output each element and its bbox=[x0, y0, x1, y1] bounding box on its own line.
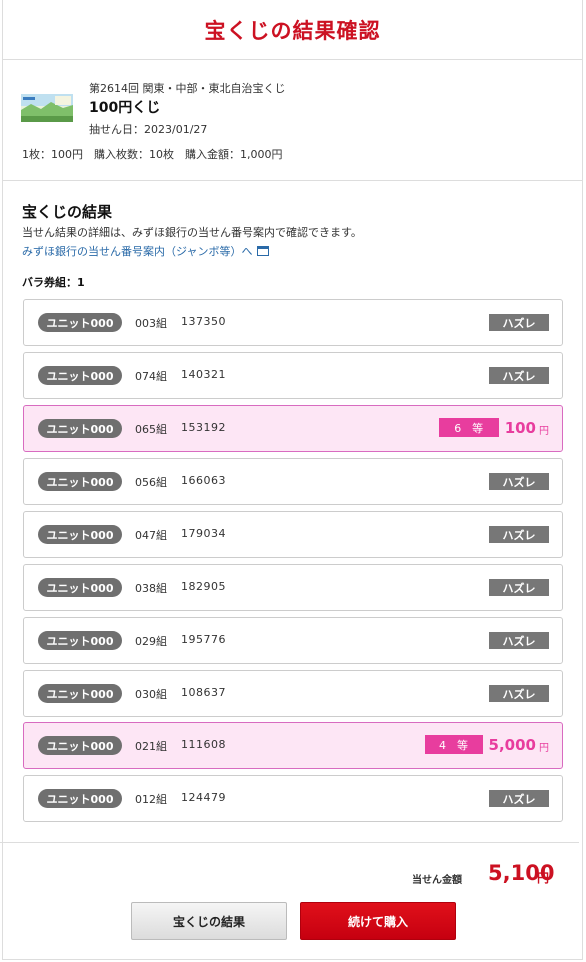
ticket-name: 100円くじ bbox=[89, 100, 161, 116]
prize-yen: 円 bbox=[539, 426, 549, 437]
results-description: 当せん結果の詳細は、みずほ銀行の当せん番号案内で確認できます。 bbox=[22, 226, 362, 239]
unit-badge: ユニット000 bbox=[38, 366, 122, 385]
group-number: 074組 bbox=[135, 370, 167, 383]
prize-info: 4 等 5,000 円 bbox=[424, 735, 549, 754]
unit-badge: ユニット000 bbox=[38, 313, 122, 332]
page-title: 宝くじの結果確認 bbox=[204, 18, 381, 43]
result-row: ユニット000 056組 166063 ハズレ bbox=[23, 458, 563, 505]
total-divider bbox=[0, 842, 579, 843]
unit-badge: ユニット000 bbox=[38, 789, 122, 808]
result-row: ユニット000 047組 179034 ハズレ bbox=[23, 511, 563, 558]
result-row: ユニット000 038組 182905 ハズレ bbox=[23, 564, 563, 611]
total-label: 当せん金額 bbox=[412, 875, 462, 886]
ticket-number: 108637 bbox=[181, 686, 226, 699]
result-row: ユニット000 074組 140321 ハズレ bbox=[23, 352, 563, 399]
lottery-ticket-image bbox=[21, 94, 73, 122]
group-number: 003組 bbox=[135, 317, 167, 330]
bara-label: バラ券組：1 bbox=[22, 276, 85, 289]
prize-rank-badge: 6 等 bbox=[438, 418, 499, 437]
ticket-number: 179034 bbox=[181, 527, 226, 540]
ticket-number: 124479 bbox=[181, 791, 226, 804]
result-row: ユニット000 003組 137350 ハズレ bbox=[23, 299, 563, 346]
group-number: 065組 bbox=[135, 423, 167, 436]
miss-badge: ハズレ bbox=[489, 314, 549, 331]
result-row: ユニット000 030組 108637 ハズレ bbox=[23, 670, 563, 717]
miss-badge: ハズレ bbox=[489, 790, 549, 807]
group-number: 038組 bbox=[135, 582, 167, 595]
continue-purchase-button[interactable]: 続けて購入 bbox=[300, 902, 456, 940]
prize-amount: 5,000 bbox=[488, 735, 536, 754]
ticket-round: 第2614回 関東・中部・東北自治宝くじ bbox=[89, 82, 286, 95]
ticket-number: 111608 bbox=[181, 738, 226, 751]
group-number: 056組 bbox=[135, 476, 167, 489]
unit-badge: ユニット000 bbox=[38, 472, 122, 491]
miss-badge: ハズレ bbox=[489, 526, 549, 543]
page-header: 宝くじの結果確認 bbox=[3, 0, 582, 60]
ticket-number: 166063 bbox=[181, 474, 226, 487]
unit-badge: ユニット000 bbox=[38, 736, 122, 755]
miss-badge: ハズレ bbox=[489, 367, 549, 384]
ticket-number: 153192 bbox=[181, 421, 226, 434]
lottery-results-button[interactable]: 宝くじの結果 bbox=[131, 902, 287, 940]
ticket-number: 140321 bbox=[181, 368, 226, 381]
unit-badge: ユニット000 bbox=[38, 578, 122, 597]
result-row: ユニット000 021組 111608 4 等 5,000 円 bbox=[23, 722, 563, 769]
result-row: ユニット000 029組 195776 ハズレ bbox=[23, 617, 563, 664]
prize-rank-badge: 4 等 bbox=[424, 735, 483, 754]
prize-info: 6 等 100 円 bbox=[438, 418, 549, 437]
unit-badge: ユニット000 bbox=[38, 419, 122, 438]
ticket-number: 182905 bbox=[181, 580, 226, 593]
result-row: ユニット000 012組 124479 ハズレ bbox=[23, 775, 563, 822]
group-number: 047組 bbox=[135, 529, 167, 542]
unit-badge: ユニット000 bbox=[38, 684, 122, 703]
unit-badge: ユニット000 bbox=[38, 631, 122, 650]
miss-badge: ハズレ bbox=[489, 473, 549, 490]
group-number: 012組 bbox=[135, 793, 167, 806]
ticket-number: 195776 bbox=[181, 633, 226, 646]
miss-badge: ハズレ bbox=[489, 579, 549, 596]
mizuho-results-link[interactable]: みずほ銀行の当せん番号案内（ジャンボ等）へ bbox=[22, 243, 270, 259]
miss-badge: ハズレ bbox=[489, 632, 549, 649]
results-heading: 宝くじの結果 bbox=[22, 203, 113, 221]
ticket-number: 137350 bbox=[181, 315, 226, 328]
group-number: 029組 bbox=[135, 635, 167, 648]
total-yen: 円 bbox=[537, 871, 550, 885]
prize-amount: 100 bbox=[504, 418, 536, 437]
result-row: ユニット000 065組 153192 6 等 100 円 bbox=[23, 405, 563, 452]
purchase-summary: 1枚：100円 購入枚数：10枚 購入金額：1,000円 bbox=[22, 148, 283, 161]
miss-badge: ハズレ bbox=[489, 685, 549, 702]
draw-date: 抽せん日：2023/01/27 bbox=[89, 123, 208, 136]
group-number: 030組 bbox=[135, 688, 167, 701]
unit-badge: ユニット000 bbox=[38, 525, 122, 544]
mizuho-results-link-label[interactable]: みずほ銀行の当せん番号案内（ジャンボ等）へ bbox=[22, 243, 252, 259]
prize-yen: 円 bbox=[539, 743, 549, 754]
group-number: 021組 bbox=[135, 740, 167, 753]
external-window-icon bbox=[257, 246, 270, 256]
